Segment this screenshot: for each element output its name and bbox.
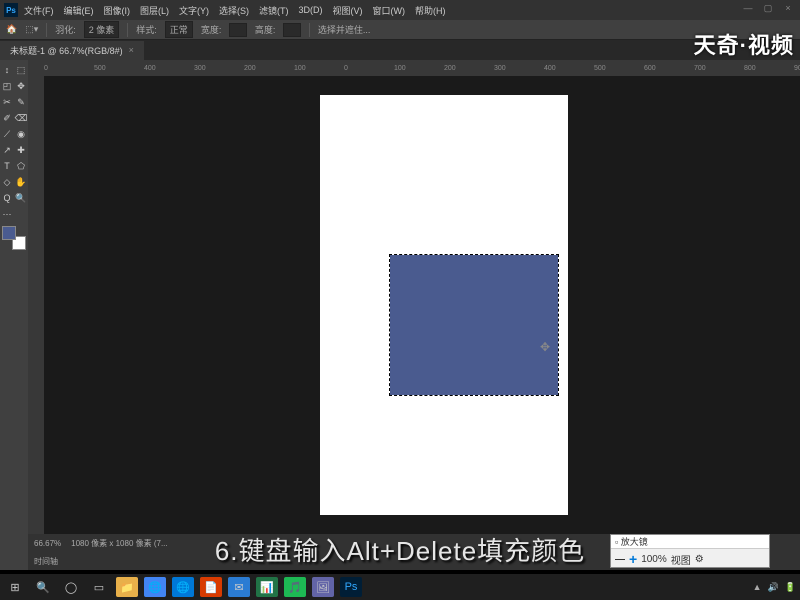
feather-input[interactable]: 2 像素: [84, 21, 120, 38]
quickmask-tool[interactable]: Q: [0, 190, 14, 206]
gradient-tool[interactable]: ⟋: [0, 126, 14, 142]
zoom-in-button[interactable]: +: [629, 551, 637, 567]
battery-icon[interactable]: 🔋: [785, 582, 796, 593]
eyedropper-tool[interactable]: ✎: [14, 94, 28, 110]
height-input[interactable]: [283, 23, 301, 37]
search-button[interactable]: 🔍: [32, 577, 54, 597]
menu-help[interactable]: 帮助(H): [415, 4, 446, 17]
view-mode[interactable]: 视图: [671, 552, 691, 567]
mail-button[interactable]: ✉: [228, 577, 250, 597]
menu-window[interactable]: 窗口(W): [373, 4, 406, 17]
taskview-button[interactable]: ▭: [88, 577, 110, 597]
clone-tool[interactable]: ✚: [14, 142, 28, 158]
system-tray[interactable]: ▲ 🔊 🔋: [753, 582, 796, 593]
color-swatches[interactable]: [2, 226, 26, 250]
move-tool[interactable]: ↕: [0, 62, 14, 78]
menu-select[interactable]: 选择(S): [219, 4, 249, 17]
window-maximize[interactable]: ▢: [760, 3, 776, 17]
start-button[interactable]: ⊞: [4, 577, 26, 597]
ruler-horizontal: 0500400300200100010020030040050060070080…: [28, 60, 800, 76]
filled-selection: ✥: [390, 255, 558, 395]
tab-title: 未标题-1 @ 66.7%(RGB/8#): [10, 44, 123, 57]
magnifier-title[interactable]: ▫ 放大镜: [611, 535, 769, 549]
chrome-button[interactable]: 🌐: [144, 577, 166, 597]
artboard-tool[interactable]: ◰: [0, 78, 14, 94]
options-bar: 🏠 ⬚▾ 羽化: 2 像素 样式: 正常 宽度: 高度: 选择并遮住...: [0, 20, 800, 40]
blur-tool[interactable]: ◉: [14, 126, 28, 142]
pen-tool[interactable]: ↗: [0, 142, 14, 158]
eraser-tool[interactable]: ⌫: [14, 110, 28, 126]
explorer-button[interactable]: 📁: [116, 577, 138, 597]
zoom-out-button[interactable]: —: [615, 554, 625, 565]
width-label: 宽度:: [201, 23, 222, 36]
feather-label: 羽化:: [55, 23, 76, 36]
cursor-icon: ✥: [540, 340, 550, 354]
tools-panel: ↕⬚ ◰✥ ✂✎ ✐⌫ ⟋◉ ↗✚ T⬠ ◇✋ Q🔍 ⋯: [0, 60, 28, 570]
document-tab[interactable]: 未标题-1 @ 66.7%(RGB/8#) ×: [0, 41, 144, 60]
document-tabs: 未标题-1 @ 66.7%(RGB/8#) ×: [0, 40, 800, 60]
window-minimize[interactable]: —: [740, 3, 756, 17]
path-tool[interactable]: ◇: [0, 174, 14, 190]
select-and-mask-button[interactable]: 选择并遮住...: [318, 23, 371, 36]
watermark: 天奇·视频: [694, 28, 794, 60]
menu-type[interactable]: 文字(Y): [179, 4, 209, 17]
ruler-vertical: [28, 76, 44, 534]
crop-tool[interactable]: ✂: [0, 94, 14, 110]
foreground-color[interactable]: [2, 226, 16, 240]
home-icon[interactable]: 🏠: [6, 24, 17, 35]
canvas-viewport[interactable]: ✥: [44, 76, 800, 534]
shape-tool[interactable]: ⬠: [14, 158, 28, 174]
cortana-button[interactable]: ◯: [60, 577, 82, 597]
zoom-tool[interactable]: 🔍: [14, 190, 28, 206]
menu-layer[interactable]: 图层(L): [140, 4, 169, 17]
photos-button[interactable]: 🖼: [312, 577, 334, 597]
window-close[interactable]: ×: [780, 3, 796, 17]
lasso-tool[interactable]: ✥: [14, 78, 28, 94]
photoshop-button[interactable]: Ps: [340, 577, 362, 597]
gear-icon[interactable]: ⚙: [695, 554, 704, 565]
menu-view[interactable]: 视图(V): [333, 4, 363, 17]
tool-preset-icon[interactable]: ⬚▾: [25, 24, 38, 35]
menu-image[interactable]: 图像(I): [104, 4, 131, 17]
magnifier-window[interactable]: ▫ 放大镜 — + 100% 视图 ⚙: [610, 534, 770, 568]
excel-button[interactable]: 📊: [256, 577, 278, 597]
taskbar: ⊞ 🔍 ◯ ▭ 📁 🌐 🌐 📄 ✉ 📊 🎵 🖼 Ps ▲ 🔊 🔋: [0, 574, 800, 600]
style-label: 样式:: [136, 23, 157, 36]
type-tool[interactable]: T: [0, 158, 14, 174]
app-logo: Ps: [4, 3, 18, 17]
edit-toolbar[interactable]: ⋯: [0, 206, 14, 222]
hand-tool[interactable]: ✋: [14, 174, 28, 190]
width-input[interactable]: [229, 23, 247, 37]
tray-overflow-icon[interactable]: ▲: [753, 582, 762, 592]
menu-edit[interactable]: 编辑(E): [64, 4, 94, 17]
volume-icon[interactable]: 🔊: [768, 582, 779, 593]
brush-tool[interactable]: ✐: [0, 110, 14, 126]
tab-close-icon[interactable]: ×: [129, 45, 134, 55]
menu-3d[interactable]: 3D(D): [299, 5, 323, 15]
titlebar: Ps 文件(F) 编辑(E) 图像(I) 图层(L) 文字(Y) 选择(S) 滤…: [0, 0, 800, 20]
menu-file[interactable]: 文件(F): [24, 4, 54, 17]
document-canvas[interactable]: ✥: [320, 95, 568, 515]
menu-filter[interactable]: 滤镜(T): [259, 4, 289, 17]
zoom-value: 100%: [641, 554, 667, 565]
edge-button[interactable]: 🌐: [172, 577, 194, 597]
office-button[interactable]: 📄: [200, 577, 222, 597]
marquee-tool[interactable]: ⬚: [14, 62, 28, 78]
style-select[interactable]: 正常: [165, 21, 193, 38]
height-label: 高度:: [255, 23, 276, 36]
music-button[interactable]: 🎵: [284, 577, 306, 597]
